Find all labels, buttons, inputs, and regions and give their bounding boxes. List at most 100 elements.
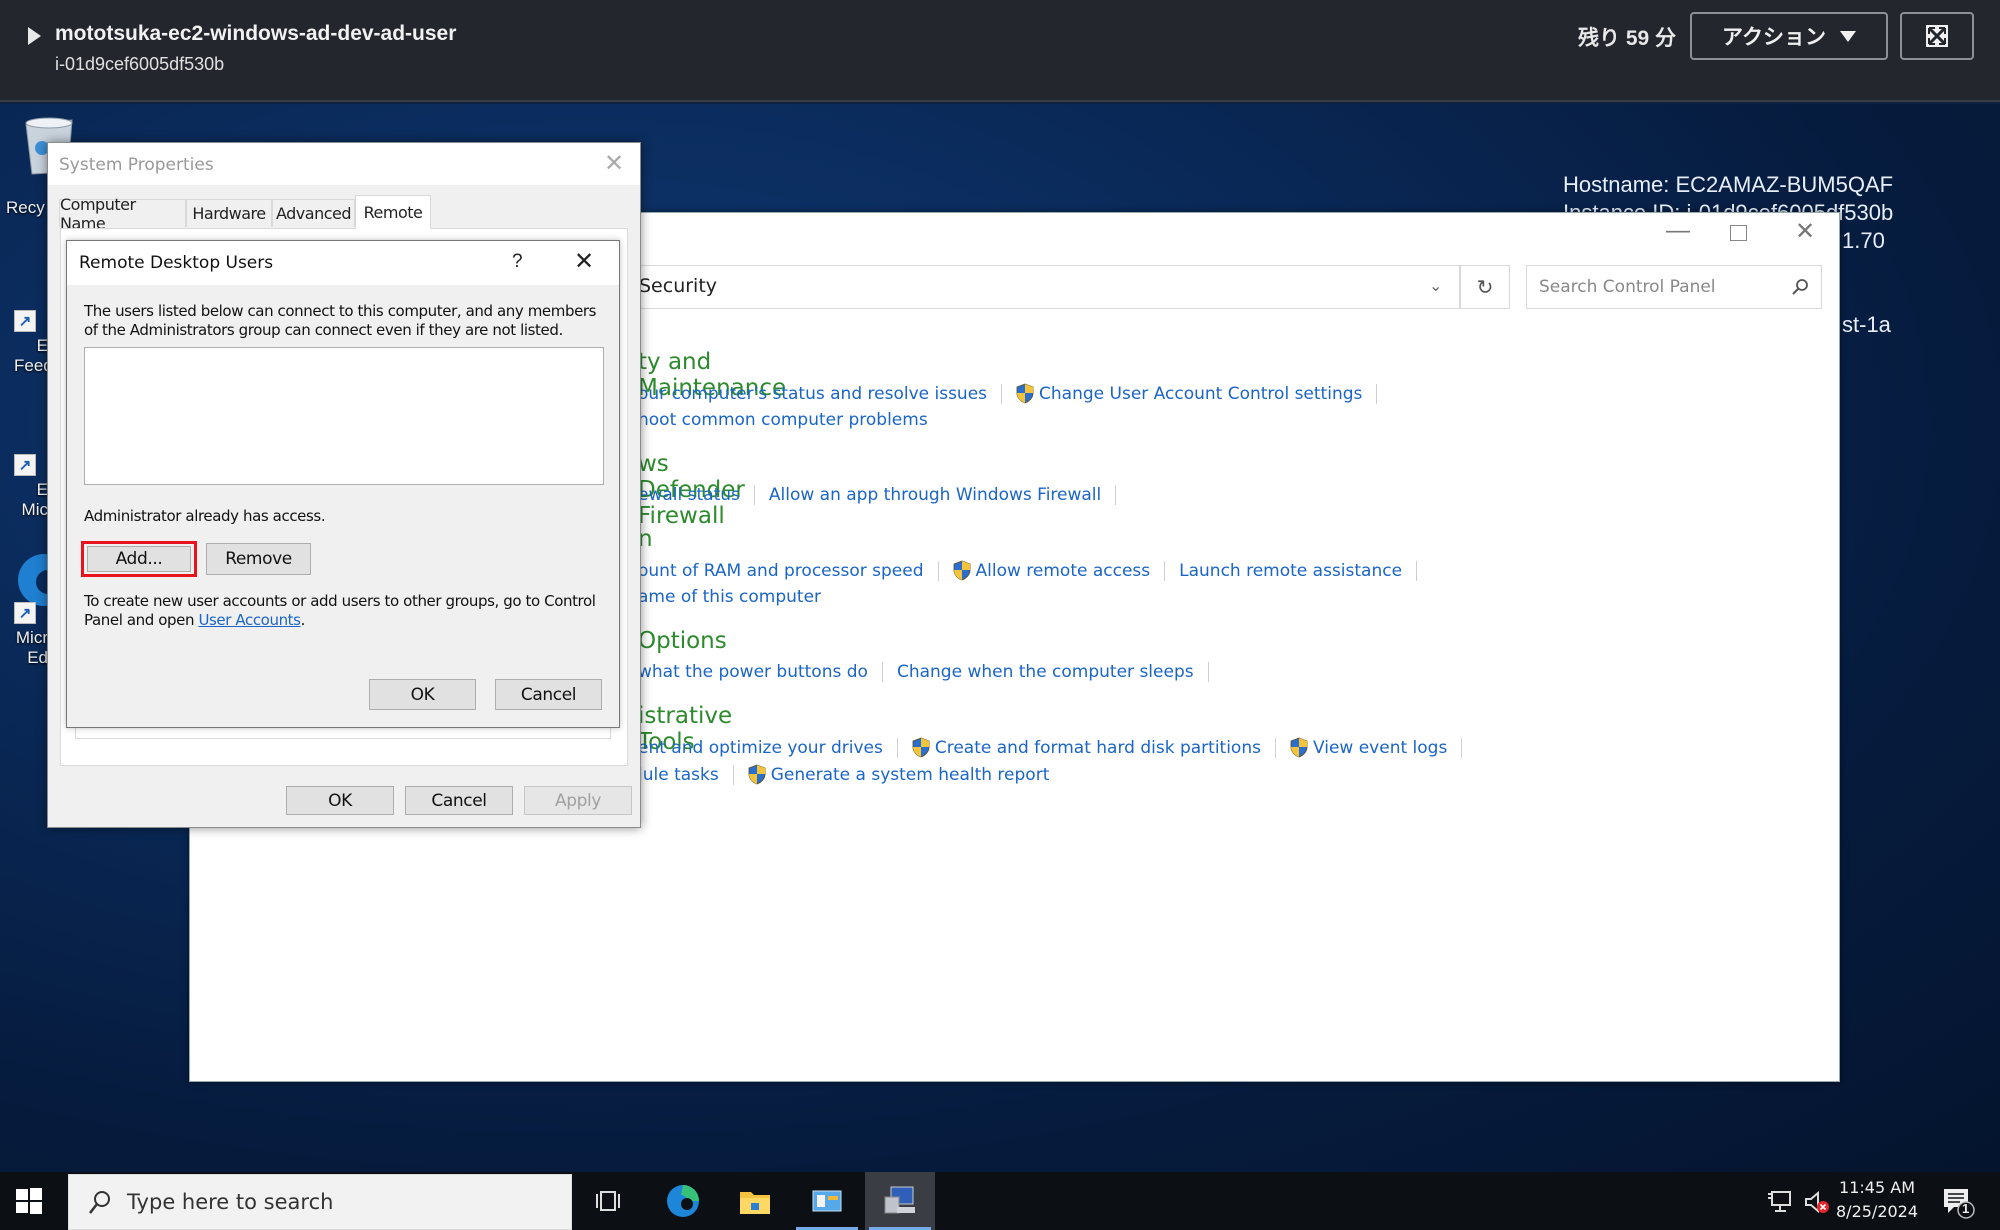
start-button[interactable]: [14, 1186, 44, 1221]
category-link[interactable]: our computer's status and resolve issues: [638, 384, 987, 404]
desktop-icon-feedback[interactable]: ↗ E Feed: [14, 310, 53, 375]
fullscreen-button[interactable]: [1900, 12, 1974, 60]
category-link-label: what the power buttons do: [638, 662, 868, 682]
uac-shield-icon: [1290, 737, 1308, 758]
tab-remote[interactable]: Remote: [355, 195, 431, 229]
category-link[interactable]: hoot common computer problems: [638, 410, 928, 430]
cancel-button[interactable]: Cancel: [405, 786, 513, 815]
category-link[interactable]: Change when the computer sleeps: [897, 662, 1194, 682]
category-link-label: hoot common computer problems: [638, 410, 928, 430]
category-link[interactable]: ewall status: [638, 485, 740, 505]
category-link-label: ewall status: [638, 485, 740, 505]
help-button[interactable]: ?: [512, 251, 523, 273]
taskbar-remote-desktop[interactable]: [865, 1172, 935, 1230]
remote-desktop-users-dialog: Remote Desktop Users ? ✕ The users liste…: [66, 240, 620, 728]
category-link[interactable]: ount of RAM and processor speed: [638, 561, 924, 581]
link-separator: [1461, 737, 1463, 758]
close-button[interactable]: ✕: [1795, 217, 1815, 246]
uac-shield-icon: [912, 737, 930, 758]
add-button[interactable]: Add...: [87, 546, 191, 572]
cancel-button[interactable]: Cancel: [495, 679, 602, 710]
category-heading[interactable]: Options: [638, 628, 727, 654]
footer-text-body: To create new user accounts or add users…: [84, 592, 596, 629]
ok-button[interactable]: OK: [369, 679, 476, 710]
taskbar-file-explorer[interactable]: [720, 1172, 790, 1230]
uac-shield-icon: [953, 560, 970, 581]
tab-computer-name[interactable]: Computer Name: [59, 195, 186, 233]
taskbar-search-input[interactable]: Type here to search: [68, 1174, 572, 1230]
maximize-button[interactable]: [1730, 225, 1747, 241]
instance-name: mototsuka-ec2-windows-ad-dev-ad-user: [55, 22, 457, 45]
close-button[interactable]: ✕: [574, 247, 594, 276]
taskbar-edge[interactable]: [648, 1172, 718, 1230]
network-icon: [1768, 1191, 1791, 1212]
uac-shield-icon: [1016, 383, 1034, 404]
action-center-button[interactable]: 1: [1942, 1186, 1976, 1225]
category-link[interactable]: Launch remote assistance: [1179, 561, 1402, 581]
category-link[interactable]: Allow remote access: [953, 560, 1150, 581]
category-link[interactable]: ent and optimize your drives: [638, 738, 883, 758]
network-tray-button[interactable]: [1766, 1190, 1792, 1219]
link-separator: [1376, 383, 1378, 404]
address-dropdown-icon[interactable]: ⌄: [1429, 276, 1442, 296]
category-link-label: Generate a system health report: [770, 764, 1050, 785]
category-link[interactable]: what the power buttons do: [638, 662, 868, 682]
shortcut-icon: ↗: [14, 454, 36, 476]
footer-text: To create new user accounts or add users…: [84, 592, 599, 630]
volume-muted-icon: [1805, 1190, 1829, 1214]
admin-access-note: Administrator already has access.: [84, 507, 326, 525]
close-button[interactable]: ✕: [604, 149, 624, 178]
category-link-label: Allow an app through Windows Firewall: [768, 485, 1102, 505]
user-accounts-link[interactable]: User Accounts: [198, 611, 301, 629]
category-link[interactable]: ame of this computer: [638, 587, 821, 607]
users-listbox[interactable]: [84, 347, 604, 485]
task-view-icon: [596, 1191, 620, 1211]
tab-advanced[interactable]: Advanced: [272, 199, 355, 227]
search-icon: [89, 1191, 110, 1214]
system-properties-titlebar[interactable]: System Properties ✕: [48, 143, 640, 185]
desktop-icon-microsoft[interactable]: ↗ E Mic: [14, 454, 48, 519]
session-header: mototsuka-ec2-windows-ad-dev-ad-user i-0…: [0, 0, 2000, 102]
desktop-icon-label: E Feed: [14, 336, 53, 375]
desktop-hostname: Hostname: EC2AMAZ-BUM5QAF: [1563, 172, 1894, 197]
volume-tray-button[interactable]: [1803, 1190, 1831, 1221]
category-link[interactable]: Allow an app through Windows Firewall: [769, 485, 1101, 505]
taskbar-clock[interactable]: 11:45 AM 8/25/2024: [1836, 1176, 1918, 1224]
task-view-button[interactable]: [573, 1172, 643, 1230]
taskbar-server-manager[interactable]: [792, 1172, 862, 1230]
fullscreen-icon: [1926, 25, 1948, 47]
expand-triangle-icon[interactable]: [28, 27, 41, 45]
desktop-icon-label: Micr Ed: [15, 628, 48, 667]
category-link[interactable]: View event logs: [1290, 737, 1447, 758]
shortcut-icon: ↗: [14, 310, 36, 332]
shortcut-icon: ↗: [14, 602, 36, 624]
refresh-button[interactable]: ↻: [1460, 265, 1510, 309]
category-link[interactable]: Generate a system health report: [748, 764, 1050, 785]
category-link-label: ount of RAM and processor speed: [638, 560, 924, 581]
system-properties-icon: [884, 1186, 915, 1214]
remove-button[interactable]: Remove: [206, 543, 311, 575]
actions-dropdown-button[interactable]: アクション: [1690, 12, 1888, 60]
clock-date: 8/25/2024: [1836, 1202, 1919, 1221]
minimize-button[interactable]: —: [1666, 217, 1690, 245]
category-link[interactable]: lule tasks: [638, 765, 719, 785]
category-link-label: Change when the computer sleeps: [896, 662, 1194, 682]
link-separator: [1274, 737, 1276, 758]
recycle-bin-label: Recy: [6, 198, 45, 217]
category-link[interactable]: Create and format hard disk partitions: [912, 737, 1261, 758]
apply-button[interactable]: Apply: [524, 786, 632, 815]
link-separator: [1207, 662, 1209, 682]
category-link-row: ame of this computer: [638, 587, 821, 607]
notifications-icon: [1944, 1189, 1975, 1219]
search-input[interactable]: Search Control Panel: [1526, 265, 1822, 309]
server-manager-icon: [812, 1190, 842, 1212]
category-link-row: hoot common computer problems: [638, 410, 928, 430]
link-separator: [881, 662, 883, 682]
uac-shield-icon: [748, 764, 766, 785]
category-link[interactable]: Change User Account Control settings: [1016, 383, 1362, 404]
ok-button[interactable]: OK: [286, 786, 394, 815]
tab-hardware[interactable]: Hardware: [186, 199, 272, 227]
refresh-icon: ↻: [1476, 276, 1494, 299]
remote-desktop-users-titlebar[interactable]: Remote Desktop Users ? ✕: [67, 241, 619, 285]
category-link-row: what the power buttons do Change when the…: [638, 662, 1223, 682]
